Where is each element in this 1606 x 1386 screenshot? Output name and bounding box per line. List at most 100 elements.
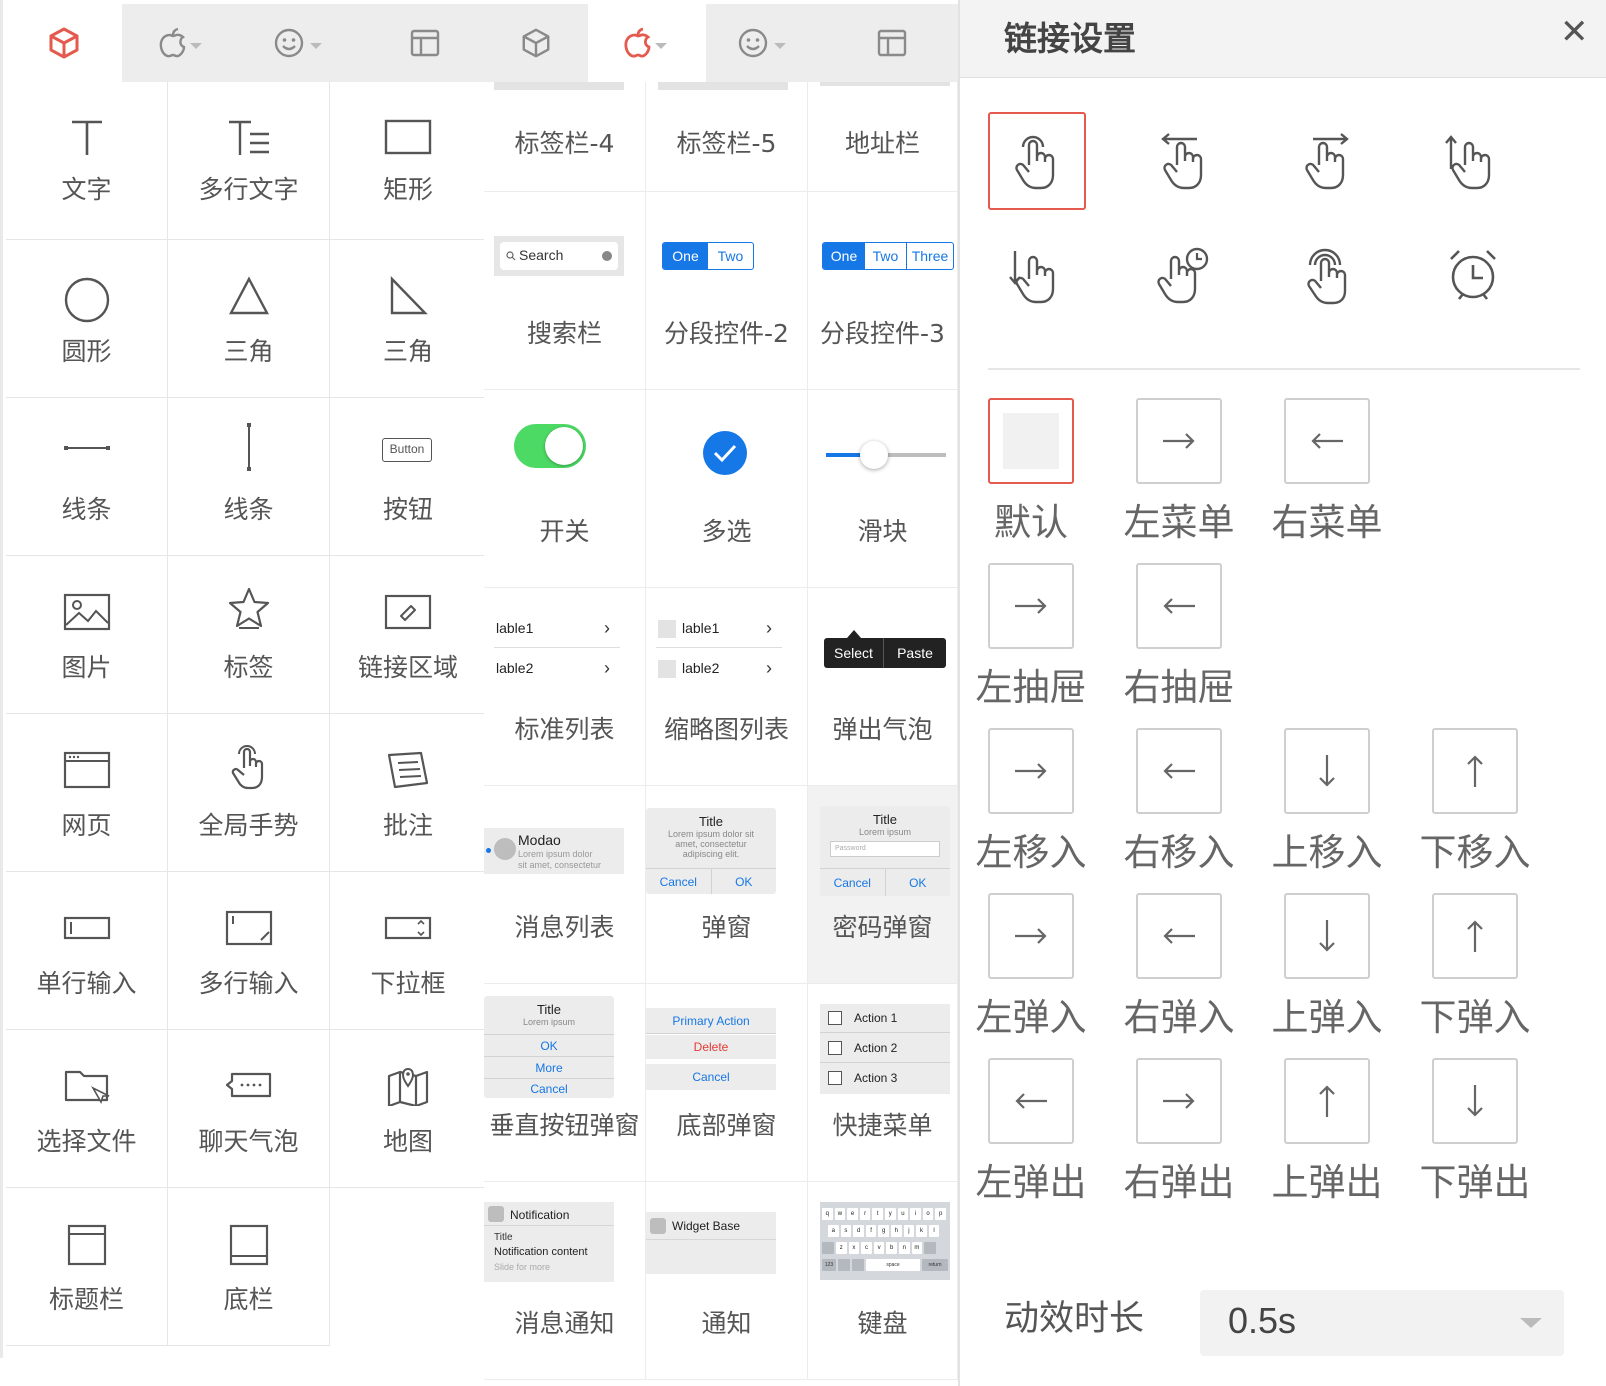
tab-layout[interactable] — [826, 4, 958, 82]
widget-tag[interactable]: 标签 — [168, 556, 330, 714]
duration-label: 动效时长 — [1004, 1299, 1145, 1339]
transition-slide-in-left[interactable]: 左移入 — [966, 728, 1126, 888]
widget-label: 圆形 — [61, 337, 112, 366]
gesture-long-press[interactable] — [1134, 226, 1232, 324]
widget-tabbar-5[interactable]: 标签栏-5 — [646, 82, 808, 192]
transition-pop-in-left[interactable]: 左弹入 — [966, 893, 1126, 1053]
gesture-double-tap[interactable] — [1280, 226, 1378, 324]
gesture-swipe-right[interactable] — [1280, 112, 1378, 210]
triangle-icon — [228, 276, 269, 315]
transition-right-drawer[interactable]: 右抽屉 — [1114, 563, 1274, 723]
widget-chat-bubble[interactable]: 聊天气泡 — [168, 1030, 330, 1188]
widget-tabbar-4[interactable]: 标签栏-4 — [484, 82, 646, 192]
transition-slide-in-up[interactable]: 上移入 — [1262, 728, 1422, 888]
widget-switch[interactable]: 开关 — [484, 390, 646, 588]
widget-line-horizontal[interactable]: 线条 — [6, 398, 168, 556]
transition-slide-in-down[interactable]: 下移入 — [1410, 728, 1570, 888]
widget-triangle[interactable]: 三角 — [168, 240, 330, 398]
widget-link-area[interactable]: 链接区域 — [330, 556, 487, 714]
widget-file-picker[interactable]: 选择文件 — [6, 1030, 168, 1188]
widget-slider[interactable]: 滑块 — [808, 390, 958, 588]
keyboard-key: f — [865, 1225, 877, 1237]
widget-notification[interactable]: Notification Title Notification content … — [484, 1182, 646, 1380]
hand-pointer-icon — [231, 745, 263, 790]
widget-line-vertical[interactable]: 线条 — [168, 398, 330, 556]
tap-gesture-icon — [1015, 135, 1055, 190]
widget-address-bar[interactable]: 地址栏 — [808, 82, 958, 192]
widget-label: 矩形 — [382, 175, 433, 204]
widget-global-gesture[interactable]: 全局手势 — [168, 714, 330, 872]
widget-map[interactable]: 地图 — [330, 1030, 487, 1188]
tab-layout[interactable] — [362, 4, 487, 82]
arrow-right-icon — [1136, 1058, 1222, 1144]
transition-pop-out-up[interactable]: 上弹出 — [1262, 1058, 1422, 1218]
widget-vertical-alert[interactable]: Title Lorem ipsum OK More Cancel 垂直按钮弹窗 — [484, 984, 646, 1182]
tab-ios[interactable] — [588, 4, 706, 82]
widget-single-input[interactable]: 单行输入 — [6, 872, 168, 1030]
arrow-down-icon — [1284, 893, 1370, 979]
widget-popover[interactable]: Select Paste 弹出气泡 — [808, 588, 958, 786]
transition-pop-in-up[interactable]: 上弹入 — [1262, 893, 1422, 1053]
gesture-tap[interactable] — [988, 112, 1086, 210]
transition-left-drawer[interactable]: 左抽屉 — [966, 563, 1126, 723]
gesture-timer[interactable] — [1424, 226, 1522, 324]
transition-pop-in-right[interactable]: 右弹入 — [1114, 893, 1274, 1053]
tab-emoji[interactable] — [706, 4, 826, 82]
tab-basic[interactable] — [484, 4, 588, 82]
widget-label: 线条 — [223, 495, 274, 524]
duration-select[interactable]: 0.5s — [1200, 1290, 1564, 1356]
widget-title-bar[interactable]: 标题栏 — [6, 1188, 168, 1346]
widget-button[interactable]: Button 按钮 — [330, 398, 487, 556]
transition-pop-out-down[interactable]: 下弹出 — [1410, 1058, 1570, 1218]
widget-label: 地址栏 — [844, 129, 920, 158]
multiline-text-icon — [228, 120, 269, 155]
close-button[interactable]: ✕ — [1560, 12, 1589, 52]
widget-message-list[interactable]: Modao Lorem ipsum dolor sit amet, consec… — [484, 786, 646, 984]
gesture-swipe-left[interactable] — [1134, 112, 1232, 210]
double-tap-gesture-icon — [1307, 248, 1347, 305]
widget-circle[interactable]: 圆形 — [6, 240, 168, 398]
widget-rectangle[interactable]: 矩形 — [330, 82, 487, 240]
widget-thumbnail-list[interactable]: lable1 › lable2 › 缩略图列表 — [646, 588, 808, 786]
transition-right-menu[interactable]: 右菜单 — [1262, 398, 1422, 558]
apple-icon — [624, 27, 667, 58]
widget-checkbox[interactable]: 多选 — [646, 390, 808, 588]
widget-image[interactable]: 图片 — [6, 556, 168, 714]
transition-left-menu[interactable]: 左菜单 — [1114, 398, 1274, 558]
transition-pop-out-left[interactable]: 左弹出 — [966, 1058, 1126, 1218]
panel1-tabs — [6, 4, 487, 82]
transition-slide-in-right[interactable]: 右移入 — [1114, 728, 1274, 888]
widget-widget-notification[interactable]: Widget Base 通知 — [646, 1182, 808, 1380]
widget-action-sheet[interactable]: Primary Action Delete Cancel 底部弹窗 — [646, 984, 808, 1182]
widget-right-triangle[interactable]: 三角 — [330, 240, 487, 398]
widget-standard-list[interactable]: lable1 › lable2 › 标准列表 — [484, 588, 646, 786]
widget-annotation[interactable]: 批注 — [330, 714, 487, 872]
transition-pop-out-right[interactable]: 右弹出 — [1114, 1058, 1274, 1218]
widget-text[interactable]: 文字 — [6, 82, 168, 240]
widget-password-alert[interactable]: Title Lorem ipsum Password Cancel OK 密码弹… — [808, 786, 958, 984]
transition-default[interactable]: 默认 — [966, 398, 1126, 558]
widget-dropdown[interactable]: 下拉框 — [330, 872, 487, 1030]
widget-search-bar[interactable]: Search 搜索栏 — [484, 192, 646, 390]
widget-bottom-bar[interactable]: 底栏 — [168, 1188, 330, 1346]
tab-basic[interactable] — [6, 4, 122, 82]
widget-segment-3[interactable]: One Two Three 分段控件-3 — [808, 192, 958, 390]
tab-emoji[interactable] — [242, 4, 362, 82]
gesture-swipe-down[interactable] — [988, 226, 1086, 324]
tab-ios[interactable] — [122, 4, 242, 82]
widget-segment-2[interactable]: One Two 分段控件-2 — [646, 192, 808, 390]
keyboard-key: n — [898, 1242, 910, 1254]
arrow-left-icon — [1136, 893, 1222, 979]
widget-keyboard[interactable]: qwertyuiop asdfghjkl zxcvbnm 123 space r… — [808, 1182, 958, 1380]
widget-webpage[interactable]: 网页 — [6, 714, 168, 872]
title-bar-icon — [67, 1224, 106, 1266]
transition-pop-in-down[interactable]: 下弹入 — [1410, 893, 1570, 1053]
alert-preview: Title Lorem ipsum dolor sit amet, consec… — [646, 808, 776, 894]
widget-multiline-text[interactable]: 多行文字 — [168, 82, 330, 240]
keyboard-key: p — [935, 1208, 946, 1220]
gesture-swipe-up[interactable] — [1424, 112, 1522, 210]
arrow-up-icon — [1432, 893, 1518, 979]
widget-quick-menu[interactable]: Action 1 Action 2 Action 3 快捷菜单 — [808, 984, 958, 1182]
widget-multi-input[interactable]: 多行输入 — [168, 872, 330, 1030]
widget-alert[interactable]: Title Lorem ipsum dolor sit amet, consec… — [646, 786, 808, 984]
